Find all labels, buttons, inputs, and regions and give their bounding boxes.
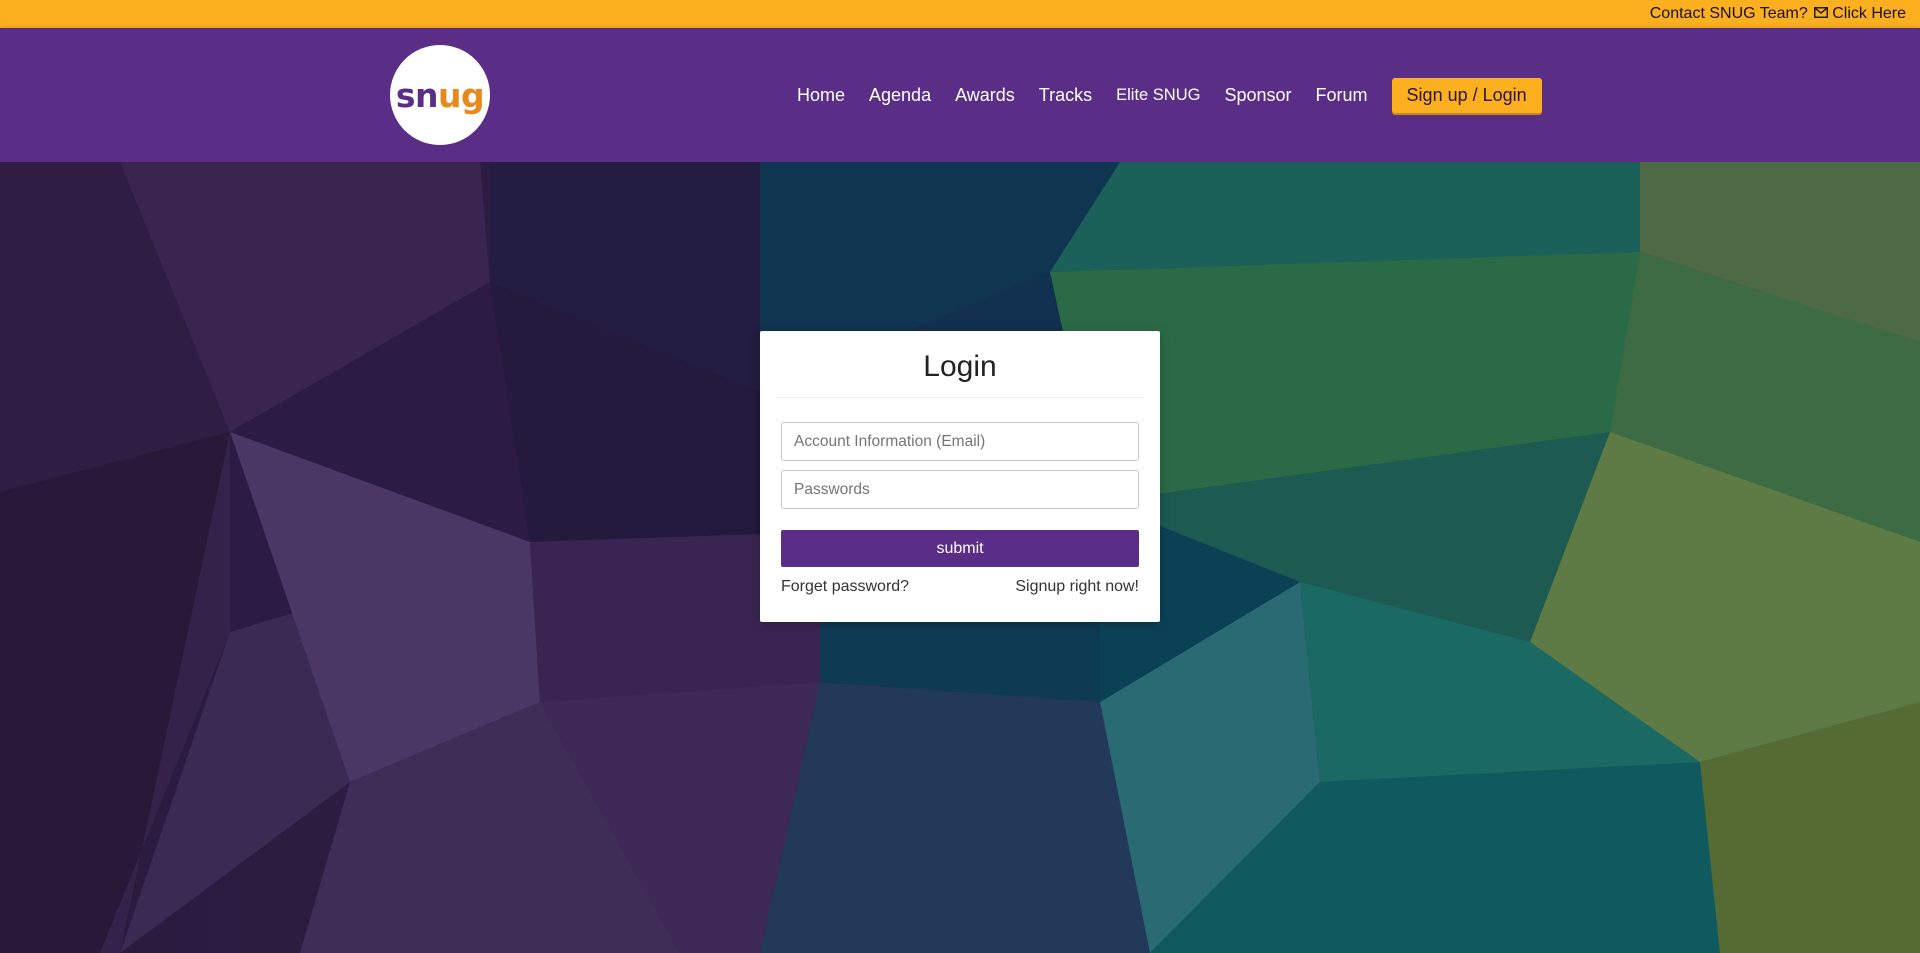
top-contact-bar: Contact SNUG Team? Click Here bbox=[0, 0, 1920, 28]
login-title: Login bbox=[776, 331, 1144, 398]
mail-icon bbox=[1813, 7, 1828, 18]
click-here-label: Click Here bbox=[1832, 5, 1906, 22]
nav-elite-snug[interactable]: Elite SNUG bbox=[1116, 86, 1200, 105]
signup-link[interactable]: Signup right now! bbox=[1015, 578, 1139, 596]
click-here-link[interactable]: Click Here bbox=[1813, 5, 1906, 23]
submit-button[interactable]: submit bbox=[781, 530, 1139, 567]
nav-tracks[interactable]: Tracks bbox=[1039, 85, 1092, 106]
main-nav: Home Agenda Awards Tracks Elite SNUG Spo… bbox=[797, 78, 1542, 113]
contact-text: Contact SNUG Team? bbox=[1649, 5, 1808, 22]
nav-forum[interactable]: Forum bbox=[1316, 85, 1368, 106]
login-card: Login submit Forget password? Signup rig… bbox=[760, 331, 1160, 622]
snug-logo[interactable]: sn ug bbox=[390, 45, 490, 145]
site-header: sn ug Home Agenda Awards Tracks Elite SNU… bbox=[0, 28, 1920, 162]
forgot-password-link[interactable]: Forget password? bbox=[781, 578, 909, 596]
password-input[interactable] bbox=[781, 470, 1139, 509]
login-links: Forget password? Signup right now! bbox=[781, 578, 1139, 596]
nav-awards[interactable]: Awards bbox=[955, 85, 1015, 106]
nav-sponsor[interactable]: Sponsor bbox=[1224, 85, 1291, 106]
nav-home[interactable]: Home bbox=[797, 85, 845, 106]
logo-text-part1: sn bbox=[395, 75, 439, 115]
nav-agenda[interactable]: Agenda bbox=[869, 85, 931, 106]
logo-text-part2: ug bbox=[438, 75, 485, 115]
signup-login-button[interactable]: Sign up / Login bbox=[1391, 78, 1542, 113]
email-input[interactable] bbox=[781, 422, 1139, 461]
